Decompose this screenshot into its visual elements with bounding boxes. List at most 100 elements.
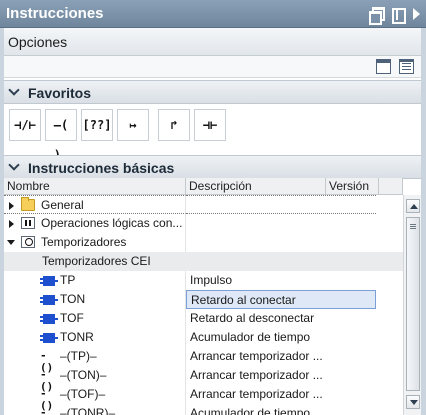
instruction-name: TON	[60, 292, 86, 306]
layout-view-icon[interactable]	[376, 59, 391, 74]
description-cell: Acumulador de tiempo	[190, 406, 311, 415]
coil-icon: -()	[40, 406, 47, 415]
tree-row[interactable]: TOF Retardo al desconectar	[4, 309, 403, 328]
instruction-name: Temporizadores CEI	[42, 254, 151, 268]
restore-icon[interactable]	[369, 7, 385, 25]
window-title: Instrucciones	[6, 5, 104, 22]
favorites-bar: ⊣/⊢ –( )– [??] ↦ ↱ ⊣⊢	[4, 104, 421, 162]
description-cell: Retardo al desconectar	[190, 311, 315, 325]
no-contact-icon: ⊣⊢	[202, 118, 218, 132]
open-branch-icon: ↦	[129, 118, 137, 132]
tree-row[interactable]: General	[4, 195, 403, 214]
block-icon	[40, 295, 58, 305]
tree-row[interactable]: -() –(TON)– Arrancar temporizador ...	[4, 366, 403, 393]
description-cell: Impulso	[190, 273, 233, 287]
instruction-name: TP	[60, 273, 76, 287]
name-cell: Temporizadores CEI	[4, 252, 186, 271]
opciones-label: Opciones	[8, 34, 68, 50]
favoritos-label: Favoritos	[28, 85, 92, 101]
tree-group-row[interactable]: Temporizadores CEI	[4, 252, 403, 271]
favorite-close-branch[interactable]: ↱	[158, 109, 190, 141]
opciones-header[interactable]: Opciones	[4, 28, 421, 56]
instrucciones-basicas-label: Instrucciones básicas	[28, 160, 175, 176]
folder-icon	[21, 197, 35, 211]
favorite-nc-contact[interactable]: ⊣/⊢	[9, 109, 41, 141]
coil-icon: –( )–	[53, 118, 69, 162]
nc-contact-icon: ⊣/⊢	[14, 118, 36, 132]
vertical-scrollbar[interactable]	[403, 195, 421, 415]
name-cell: -() –(TON)–	[4, 366, 186, 393]
name-cell: -() –(TONR)–	[4, 404, 186, 415]
description-cell	[186, 214, 376, 233]
instruction-tree: General Operaciones lógicas con... Tempori…	[4, 195, 403, 415]
collapsed-arrow-icon[interactable]	[9, 202, 14, 210]
block-icon	[40, 314, 58, 324]
description-cell	[186, 195, 376, 214]
column-nombre[interactable]: Nombre	[4, 178, 186, 194]
instruction-name: –(TOF)–	[60, 387, 106, 401]
close-branch-icon: ↱	[170, 118, 178, 132]
scroll-up-icon[interactable]	[406, 199, 420, 213]
instruction-name: Temporizadores	[41, 235, 127, 249]
name-cell: General	[4, 195, 186, 214]
window-titlebar: Instrucciones	[0, 0, 426, 28]
name-cell: TOF	[4, 309, 186, 328]
name-cell: TP	[4, 271, 186, 290]
tree-row[interactable]: Operaciones lógicas con...	[4, 214, 403, 233]
empty-box-icon: [??]	[82, 118, 112, 132]
description-cell: Acumulador de tiempo	[190, 330, 311, 344]
instruction-name: TOF	[60, 311, 84, 325]
tree-row[interactable]: -() –(TP)– Arrancar temporizador ...	[4, 347, 403, 374]
instruction-name: –(TP)–	[60, 349, 97, 363]
favorite-open-branch[interactable]: ↦	[117, 109, 149, 141]
tree-row[interactable]: TP Impulso	[4, 271, 403, 290]
name-cell: TON	[4, 290, 186, 309]
tree-row[interactable]: -() –(TOF)– Arrancar temporizador ...	[4, 385, 403, 412]
coil-icon: -()	[40, 387, 54, 412]
timer-icon	[21, 236, 35, 248]
favorite-no-contact[interactable]: ⊣⊢	[194, 109, 226, 141]
favoritos-header[interactable]: Favoritos	[4, 80, 421, 104]
description-cell	[186, 233, 376, 252]
column-header: Nombre Descripción Versión	[4, 178, 403, 195]
settings-view-icon[interactable]	[399, 59, 414, 74]
favorite-coil[interactable]: –( )–	[45, 109, 77, 162]
name-cell: -() –(TP)–	[4, 347, 186, 374]
name-cell: -() –(TOF)–	[4, 385, 186, 412]
description-cell: Arrancar temporizador ...	[190, 387, 323, 401]
coil-icon: -()	[40, 368, 54, 393]
description-cell: Arrancar temporizador ...	[190, 368, 323, 382]
column-filler	[379, 178, 403, 194]
instrucciones-basicas-header[interactable]: Instrucciones básicas	[4, 155, 421, 179]
panel-border-right	[421, 28, 426, 415]
tree-row[interactable]: TONR Acumulador de tiempo	[4, 328, 403, 347]
instruction-name: –(TONR)–	[60, 406, 116, 415]
description-cell: Arrancar temporizador ...	[190, 349, 323, 363]
expanded-arrow-icon[interactable]	[7, 240, 15, 245]
name-cell: Operaciones lógicas con...	[4, 214, 186, 233]
tree-row[interactable]: TON Retardo al conectar	[4, 290, 403, 309]
collapsed-arrow-icon[interactable]	[9, 220, 14, 228]
instruction-name: –(TON)–	[60, 368, 107, 382]
chevron-down-icon[interactable]	[9, 162, 18, 171]
block-icon	[40, 276, 58, 286]
opciones-toolbar	[4, 56, 421, 78]
instruction-name: TONR	[60, 330, 94, 344]
scroll-thumb[interactable]	[406, 217, 420, 391]
pin-icon[interactable]	[390, 7, 406, 24]
description-cell: Retardo al conectar	[186, 290, 376, 309]
instruction-name: Operaciones lógicas con...	[41, 216, 183, 230]
name-cell: TONR	[4, 328, 186, 347]
chevron-down-icon[interactable]	[9, 87, 18, 96]
scroll-down-icon[interactable]	[406, 395, 420, 409]
expand-arrow-icon[interactable]	[409, 7, 423, 21]
column-descripcion[interactable]: Descripción	[186, 178, 326, 194]
column-version[interactable]: Versión	[326, 178, 379, 194]
favorite-empty-box[interactable]: [??]	[81, 109, 113, 141]
name-cell: Temporizadores	[4, 233, 186, 252]
coil-icon: -()	[40, 349, 54, 374]
tree-row[interactable]: Temporizadores	[4, 233, 403, 252]
block-icon	[40, 333, 58, 343]
instruction-name: General	[41, 198, 84, 212]
tree-row[interactable]: -() –(TONR)– Acumulador de tiempo	[4, 404, 403, 415]
